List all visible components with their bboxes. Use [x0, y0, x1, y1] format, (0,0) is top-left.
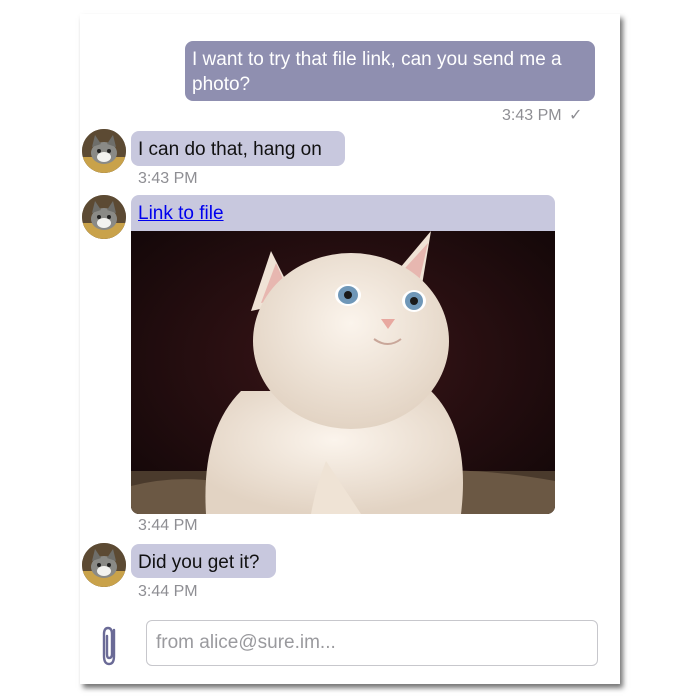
message-timestamp: 3:44 PM — [138, 517, 198, 534]
attachment-message-bubble: Link to file — [131, 195, 555, 514]
incoming-message-bubble: Did you get it? — [131, 544, 276, 578]
cat-avatar-image — [82, 195, 126, 239]
outgoing-message-bubble: I want to try that file link, can you se… — [185, 41, 595, 101]
paperclip-icon[interactable] — [98, 622, 122, 668]
message-input[interactable]: from alice@sure.im... — [146, 620, 598, 666]
checkmark-icon: ✓ — [569, 107, 583, 124]
cat-avatar-image — [82, 543, 126, 587]
incoming-message-bubble: I can do that, hang on — [131, 131, 345, 166]
message-timestamp: 3:44 PM — [138, 583, 198, 600]
avatar[interactable] — [82, 543, 126, 587]
message-timestamp: 3:43 PM — [138, 170, 198, 187]
message-text: I want to try that file link, can you se… — [192, 49, 562, 95]
kitten-photo[interactable] — [131, 231, 555, 514]
file-link[interactable]: Link to file — [138, 201, 224, 226]
cat-avatar-image — [82, 129, 126, 173]
message-text: I can do that, hang on — [138, 139, 322, 160]
message-timestamp: 3:43 PM ✓ — [502, 105, 582, 125]
avatar[interactable] — [82, 129, 126, 173]
chat-window: I want to try that file link, can you se… — [80, 14, 620, 684]
message-text: Did you get it? — [138, 552, 260, 573]
timestamp-text: 3:43 PM — [502, 107, 562, 124]
avatar[interactable] — [82, 195, 126, 239]
